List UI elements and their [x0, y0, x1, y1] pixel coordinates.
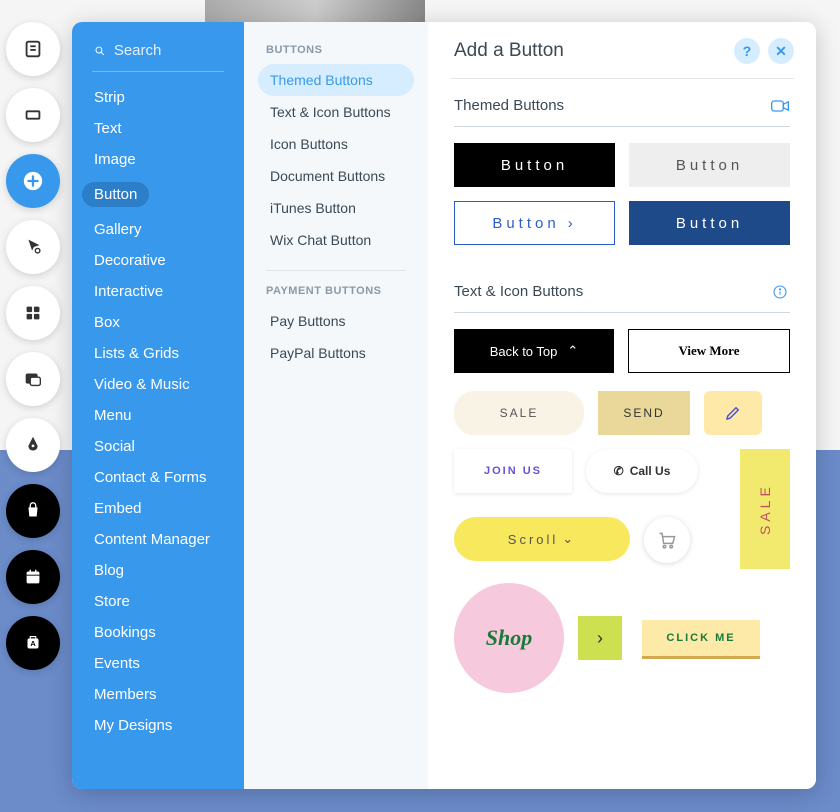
- category-bookings[interactable]: Bookings: [72, 617, 244, 648]
- section-divider-texticon: [454, 312, 790, 313]
- sub-divider: [266, 270, 406, 271]
- category-decorative[interactable]: Decorative: [72, 245, 244, 276]
- category-text[interactable]: Text: [72, 113, 244, 144]
- left-toolbar: + A: [6, 22, 60, 670]
- category-content-manager[interactable]: Content Manager: [72, 524, 244, 555]
- section-title-themed: Themed Buttons: [454, 97, 564, 114]
- category-social[interactable]: Social: [72, 431, 244, 462]
- sub-text-icon-buttons[interactable]: Text & Icon Buttons: [258, 96, 414, 128]
- call-us-label: Call Us: [630, 464, 671, 478]
- themed-button-grid: Button Button Button › Button: [428, 143, 816, 245]
- toolbar-pages-button[interactable]: [6, 22, 60, 76]
- cart-icon: [657, 530, 677, 550]
- category-video-music[interactable]: Video & Music: [72, 369, 244, 400]
- sample-pencil[interactable]: [704, 391, 762, 435]
- panel-title: Add a Button: [454, 40, 564, 62]
- toolbar-ascend-button[interactable]: A: [6, 616, 60, 670]
- section-head-themed: Themed Buttons: [428, 79, 816, 122]
- info-icon[interactable]: [770, 284, 790, 300]
- scroll-label: Scroll: [508, 532, 559, 547]
- category-members[interactable]: Members: [72, 679, 244, 710]
- toolbar-store-button[interactable]: [6, 484, 60, 538]
- main-header: Add a Button ? ✕: [428, 22, 816, 78]
- pencil-icon: [724, 404, 742, 422]
- themed-button-black[interactable]: Button: [454, 143, 615, 187]
- search-input[interactable]: [114, 42, 222, 59]
- category-gallery[interactable]: Gallery: [72, 214, 244, 245]
- sub-wix-chat-button[interactable]: Wix Chat Button: [258, 224, 414, 256]
- main-content: Add a Button ? ✕ Themed Buttons Button B…: [428, 22, 816, 789]
- themed-button-outline[interactable]: Button ›: [454, 201, 615, 245]
- sub-itunes-button[interactable]: iTunes Button: [258, 192, 414, 224]
- category-my-designs[interactable]: My Designs: [72, 710, 244, 741]
- texticon-grid: Back to Top ⌃ View More SALE SEND JOIN US…: [428, 329, 816, 713]
- category-box[interactable]: Box: [72, 307, 244, 338]
- background-photo: [205, 0, 425, 22]
- sample-send[interactable]: SEND: [598, 391, 690, 435]
- chevron-down-icon: ⌄: [562, 531, 576, 547]
- toolbar-add-button[interactable]: [6, 154, 60, 208]
- themed-button-outline-label: Button: [492, 215, 559, 232]
- sample-join-us[interactable]: JOIN US: [454, 449, 572, 493]
- sub-heading-buttons: BUTTONS: [266, 44, 406, 56]
- subcategory-sidebar: BUTTONS Themed Buttons Text & Icon Butto…: [244, 22, 428, 789]
- category-strip[interactable]: Strip: [72, 82, 244, 113]
- help-button[interactable]: ?: [734, 38, 760, 64]
- svg-text:A: A: [30, 639, 36, 648]
- sub-paypal-buttons[interactable]: PayPal Buttons: [258, 337, 414, 369]
- category-events[interactable]: Events: [72, 648, 244, 679]
- category-button[interactable]: Button: [72, 175, 244, 214]
- toolbar-bookings-button[interactable]: [6, 550, 60, 604]
- sample-sale-vertical[interactable]: SALE: [740, 449, 790, 569]
- category-interactive[interactable]: Interactive: [72, 276, 244, 307]
- phone-icon: ✆: [614, 464, 624, 478]
- sample-cart[interactable]: [644, 517, 690, 563]
- arrow-right-icon: ›: [597, 628, 603, 649]
- themed-button-gray[interactable]: Button: [629, 143, 790, 187]
- section-divider-themed: [454, 126, 790, 127]
- sub-document-buttons[interactable]: Document Buttons: [258, 160, 414, 192]
- category-embed[interactable]: Embed: [72, 493, 244, 524]
- sub-themed-buttons[interactable]: Themed Buttons: [258, 64, 414, 96]
- chevron-right-icon: ›: [568, 215, 577, 232]
- sample-back-to-top[interactable]: Back to Top ⌃: [454, 329, 614, 373]
- sample-call-us[interactable]: ✆ Call Us: [586, 449, 698, 493]
- category-lists-grids[interactable]: Lists & Grids: [72, 338, 244, 369]
- sample-view-more[interactable]: View More: [628, 329, 790, 373]
- category-contact-forms[interactable]: Contact & Forms: [72, 462, 244, 493]
- sample-click-me[interactable]: CLICK ME: [642, 620, 760, 656]
- search-row: [92, 36, 224, 72]
- svg-text:+: +: [37, 302, 41, 310]
- toolbar-theme-button[interactable]: [6, 220, 60, 274]
- chevron-up-icon: ⌃: [567, 343, 578, 359]
- toolbar-apps-button[interactable]: +: [6, 286, 60, 340]
- category-store[interactable]: Store: [72, 586, 244, 617]
- close-button[interactable]: ✕: [768, 38, 794, 64]
- sub-pay-buttons[interactable]: Pay Buttons: [258, 305, 414, 337]
- section-title-texticon: Text & Icon Buttons: [454, 283, 583, 300]
- video-icon[interactable]: [770, 98, 790, 114]
- add-panel: Strip Text Image Button Gallery Decorati…: [72, 22, 816, 789]
- section-head-texticon: Text & Icon Buttons: [428, 265, 816, 308]
- toolbar-pen-button[interactable]: [6, 418, 60, 472]
- sub-heading-payment: PAYMENT BUTTONS: [266, 285, 406, 297]
- sample-arrow[interactable]: ›: [578, 616, 622, 660]
- toolbar-section-button[interactable]: [6, 88, 60, 142]
- sample-sale[interactable]: SALE: [454, 391, 584, 435]
- themed-button-navy[interactable]: Button: [629, 201, 790, 245]
- category-blog[interactable]: Blog: [72, 555, 244, 586]
- back-to-top-label: Back to Top: [490, 344, 558, 359]
- category-image[interactable]: Image: [72, 144, 244, 175]
- category-menu[interactable]: Menu: [72, 400, 244, 431]
- toolbar-media-button[interactable]: [6, 352, 60, 406]
- sample-shop[interactable]: Shop: [454, 583, 564, 693]
- header-actions: ? ✕: [734, 38, 794, 64]
- category-list: Strip Text Image Button Gallery Decorati…: [72, 82, 244, 741]
- category-sidebar: Strip Text Image Button Gallery Decorati…: [72, 22, 244, 789]
- sub-icon-buttons[interactable]: Icon Buttons: [258, 128, 414, 160]
- sample-scroll[interactable]: Scroll⌄: [454, 517, 630, 561]
- search-icon: [94, 44, 106, 58]
